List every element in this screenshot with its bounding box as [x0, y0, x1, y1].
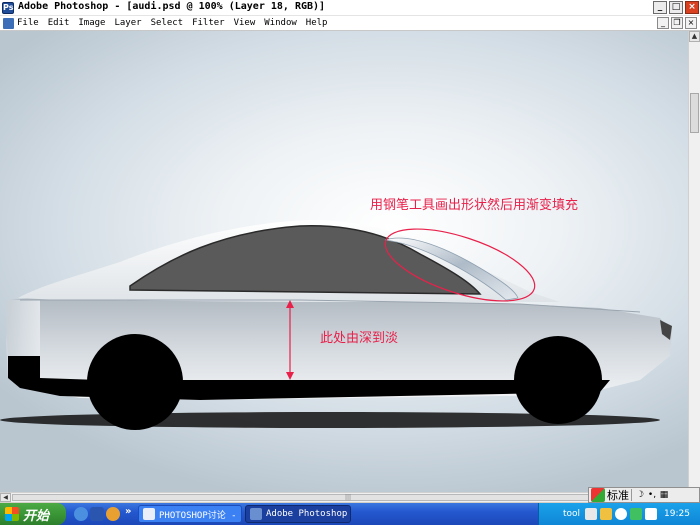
document-canvas[interactable]: 用钢笔工具画出形状然后用渐变填充 此处由深到淡 [0, 31, 688, 492]
tray-clock[interactable]: 19:25 [664, 509, 690, 519]
tray-shield-icon[interactable] [600, 508, 613, 520]
menu-view[interactable]: View [234, 18, 256, 28]
task-label: Adobe Photoshop ... [266, 509, 350, 519]
vertical-scroll-thumb[interactable] [690, 93, 699, 133]
scroll-left-icon[interactable]: ◀ [0, 493, 11, 502]
menu-window[interactable]: Window [264, 18, 297, 28]
start-label: 开始 [23, 508, 50, 524]
menu-image[interactable]: Image [78, 18, 105, 28]
doc-restore-button[interactable]: ❐ [671, 17, 683, 29]
moon-icon[interactable]: ☽ [634, 490, 646, 500]
ime-separator [631, 489, 632, 501]
annotation-pen-tool: 用钢笔工具画出形状然后用渐变填充 [370, 198, 579, 213]
menu-filter[interactable]: Filter [192, 18, 225, 28]
photoshop-app-icon[interactable]: Ps [2, 2, 14, 14]
tray-volume-icon[interactable] [645, 508, 658, 520]
task-photoshop-forum[interactable]: PHOTOSHOP讨论 - ... [138, 505, 242, 523]
windows-flag-icon [5, 507, 19, 521]
menu-layer[interactable]: Layer [114, 18, 141, 28]
car-illustration [0, 220, 672, 430]
side-window [129, 225, 482, 295]
tray-app-icon[interactable] [585, 508, 598, 520]
menu-file[interactable]: File [17, 18, 39, 28]
quicklaunch-more-icon[interactable]: » [125, 506, 131, 517]
task-label: PHOTOSHOP讨论 - ... [159, 510, 241, 521]
scroll-up-icon[interactable]: ▲ [689, 31, 700, 42]
front-wheel [514, 336, 602, 424]
document-icon[interactable] [3, 18, 14, 29]
tray-tool-label[interactable]: tool [563, 509, 580, 519]
start-button[interactable]: 开始 [0, 503, 66, 525]
scroll-grip-icon: ||| [345, 494, 352, 501]
maximize-button[interactable]: □ [669, 1, 683, 14]
menu-bar: File Edit Image Layer Select Filter View… [0, 16, 700, 31]
window-title: Adobe Photoshop - [audi.psd @ 100% (Laye… [18, 1, 326, 12]
ime-toolbar[interactable]: 标准 ☽ •, ▦ [588, 487, 700, 503]
tray-network-icon[interactable] [630, 508, 643, 520]
rear-wheel [87, 334, 183, 430]
task-adobe-photoshop[interactable]: Adobe Photoshop ... [245, 505, 351, 523]
ime-logo-icon[interactable] [591, 488, 605, 502]
title-bar: Ps Adobe Photoshop - [audi.psd @ 100% (L… [0, 0, 700, 16]
browser-icon [143, 508, 155, 520]
annotation-gradient: 此处由深到淡 [320, 331, 399, 346]
keyboard-icon[interactable]: ▦ [658, 490, 670, 500]
minimize-button[interactable]: _ [653, 1, 667, 14]
close-button[interactable]: × [685, 1, 699, 14]
vertical-scrollbar[interactable]: ▲ [688, 31, 700, 492]
menu-select[interactable]: Select [151, 18, 184, 28]
taskbar: 开始 » PHOTOSHOP讨论 - ... Adobe Photoshop .… [0, 503, 700, 525]
system-tray: tool 19:25 [538, 503, 700, 525]
doc-minimize-button[interactable]: _ [657, 17, 669, 29]
menu-edit[interactable]: Edit [48, 18, 70, 28]
doc-close-button[interactable]: × [685, 17, 697, 29]
punctuation-icon[interactable]: •, [646, 490, 658, 500]
ie-icon[interactable] [74, 507, 88, 521]
ime-mode-label[interactable]: 标准 [607, 487, 629, 503]
media-icon[interactable] [106, 507, 120, 521]
tray-back-icon[interactable] [615, 508, 628, 520]
word-icon[interactable] [90, 507, 104, 521]
photoshop-icon [250, 508, 262, 520]
menu-help[interactable]: Help [306, 18, 328, 28]
